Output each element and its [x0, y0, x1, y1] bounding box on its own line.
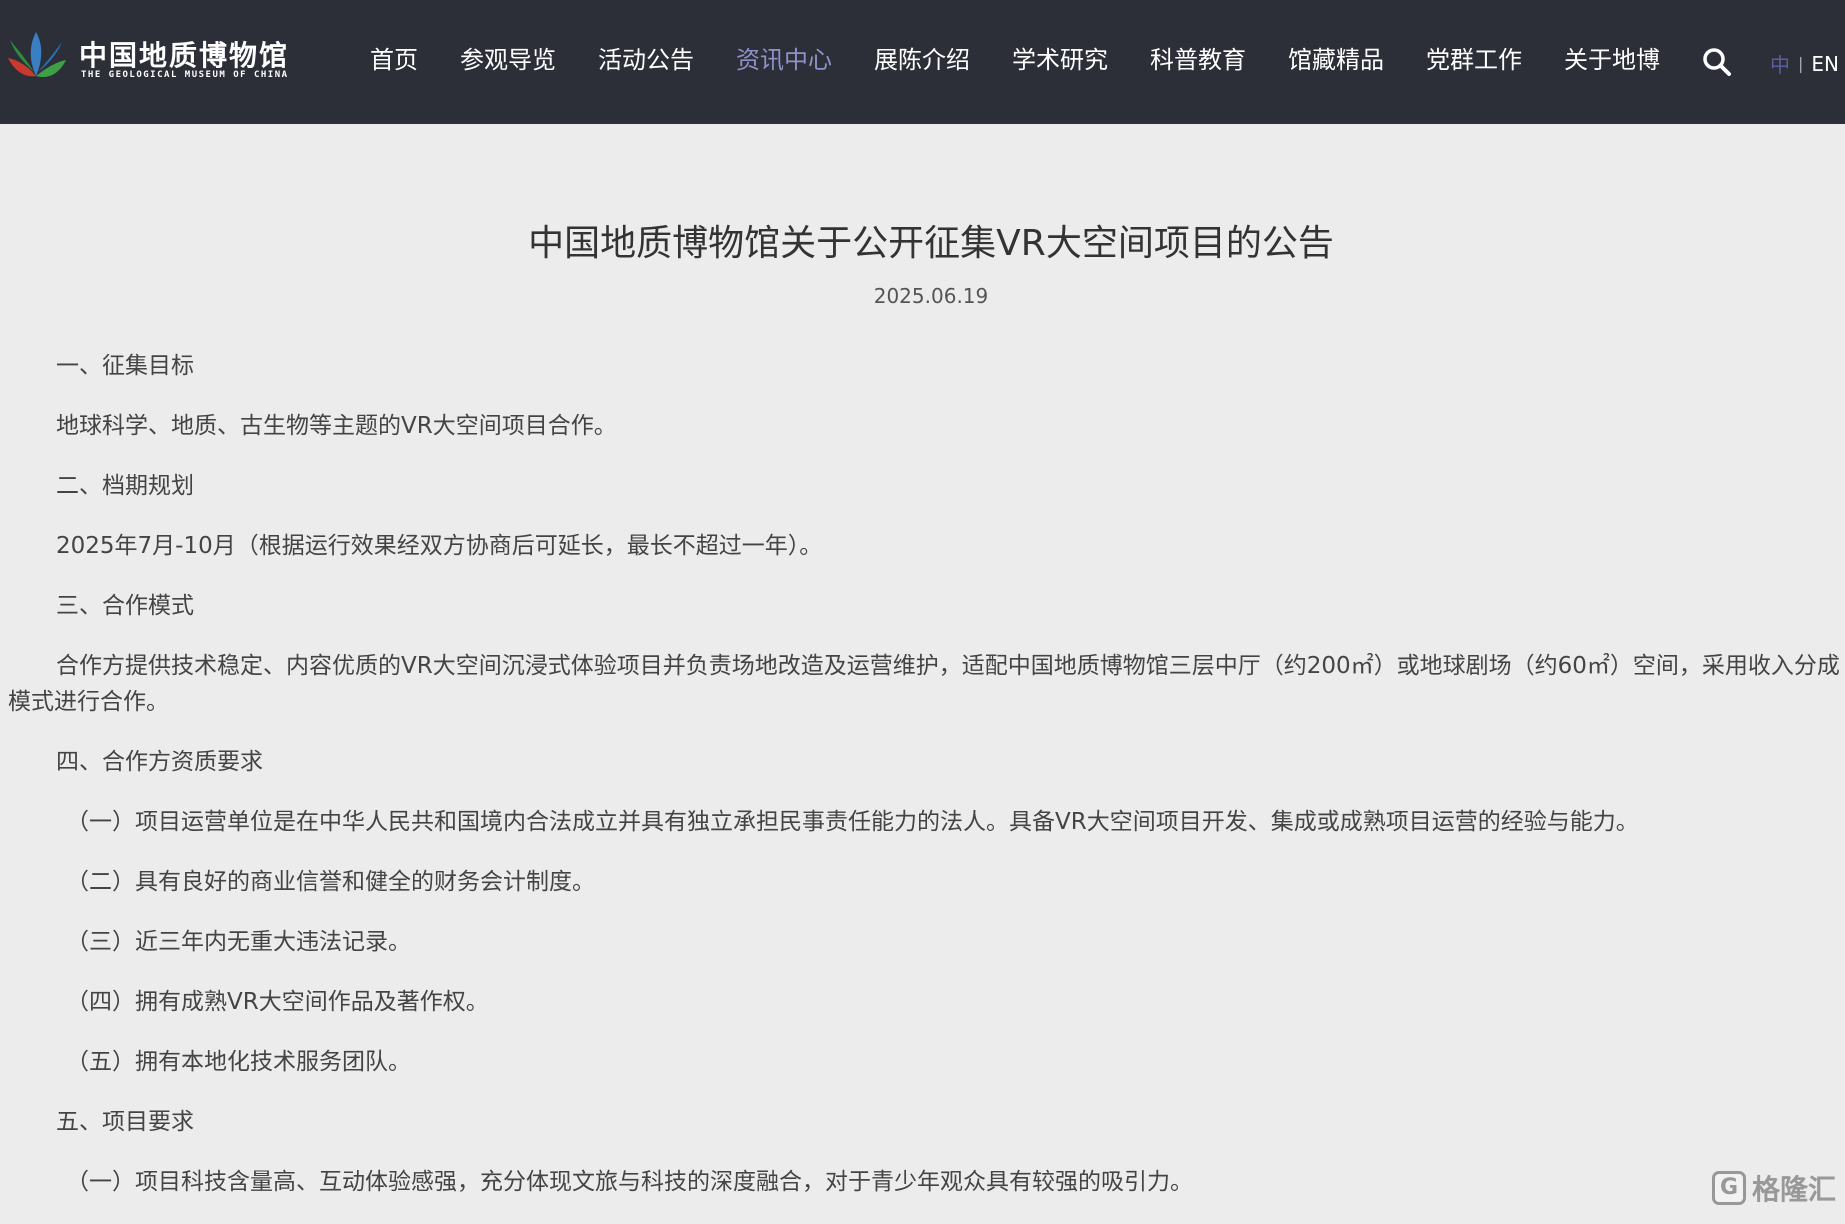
list-item: （一）项目运营单位是在中华人民共和国境内合法成立并具有独立承担民事责任能力的法人…	[66, 809, 1639, 835]
nav-item-party-work[interactable]: 党群工作	[1426, 40, 1522, 80]
list-item: （五）拥有本地化技术服务团队。	[66, 1049, 411, 1075]
language-switcher: 中 | EN	[1770, 49, 1839, 78]
section-heading: 四、合作方资质要求	[56, 749, 263, 775]
section-heading: 三、合作模式	[56, 593, 194, 619]
lang-en-link[interactable]: EN	[1811, 52, 1839, 76]
list-item: （四）拥有成熟VR大空间作品及著作权。	[66, 989, 489, 1015]
watermark: G 格隆汇	[1712, 1168, 1836, 1208]
article-title: 中国地质博物馆关于公开征集VR大空间项目的公告	[528, 223, 1334, 264]
lang-cn-link[interactable]: 中	[1770, 49, 1790, 78]
nav-item-home[interactable]: 首页	[370, 40, 418, 80]
nav-item-exhibitions[interactable]: 展陈介绍	[874, 40, 970, 80]
paragraph: 2025年7月-10月（根据运行效果经双方协商后可延长，最长不超过一年）。	[56, 533, 823, 559]
museum-logo[interactable]: 中国地质博物馆 THE GEOLOGICAL MUSEUM OF CHINA	[6, 26, 306, 92]
lang-separator: |	[1798, 54, 1804, 73]
logo-name-cn: 中国地质博物馆	[79, 39, 290, 72]
search-icon[interactable]	[1702, 47, 1732, 77]
nav-item-visit-guide[interactable]: 参观导览	[460, 40, 556, 80]
list-item: （二）具有良好的商业信誉和健全的财务会计制度。	[66, 869, 595, 895]
watermark-logo-icon: G	[1712, 1171, 1746, 1205]
paragraph: 合作方提供技术稳定、内容优质的VR大空间沉浸式体验项目并负责场地改造及运营维护，…	[8, 653, 1840, 715]
watermark-text: 格隆汇	[1752, 1173, 1837, 1206]
paragraph: 地球科学、地质、古生物等主题的VR大空间项目合作。	[56, 413, 617, 439]
site-header: 中国地质博物馆 THE GEOLOGICAL MUSEUM OF CHINA 首…	[0, 0, 1845, 124]
list-item: （一）项目科技含量高、互动体验感强，充分体现文旅与科技的深度融合，对于青少年观众…	[66, 1169, 1193, 1195]
article-body: 一、征集目标 地球科学、地质、古生物等主题的VR大空间项目合作。 二、档期规划 …	[8, 348, 1840, 1224]
nav-item-collections[interactable]: 馆藏精品	[1288, 40, 1384, 80]
section-heading: 一、征集目标	[56, 353, 194, 379]
logo-emblem-icon	[8, 32, 66, 78]
nav-item-about[interactable]: 关于地博	[1564, 40, 1660, 80]
section-heading: 五、项目要求	[56, 1109, 194, 1135]
nav-item-education[interactable]: 科普教育	[1150, 40, 1246, 80]
article-date: 2025.06.19	[873, 284, 989, 308]
logo-name-en: THE GEOLOGICAL MUSEUM OF CHINA	[81, 70, 289, 80]
main-nav: 首页 参观导览 活动公告 资讯中心 展陈介绍 学术研究 科普教育 馆藏精品 党群…	[370, 40, 1702, 80]
section-heading: 二、档期规划	[56, 473, 194, 499]
nav-item-events[interactable]: 活动公告	[598, 40, 694, 80]
nav-item-news[interactable]: 资讯中心	[736, 40, 832, 80]
nav-item-research[interactable]: 学术研究	[1012, 40, 1108, 80]
list-item: （三）近三年内无重大违法记录。	[66, 929, 411, 955]
